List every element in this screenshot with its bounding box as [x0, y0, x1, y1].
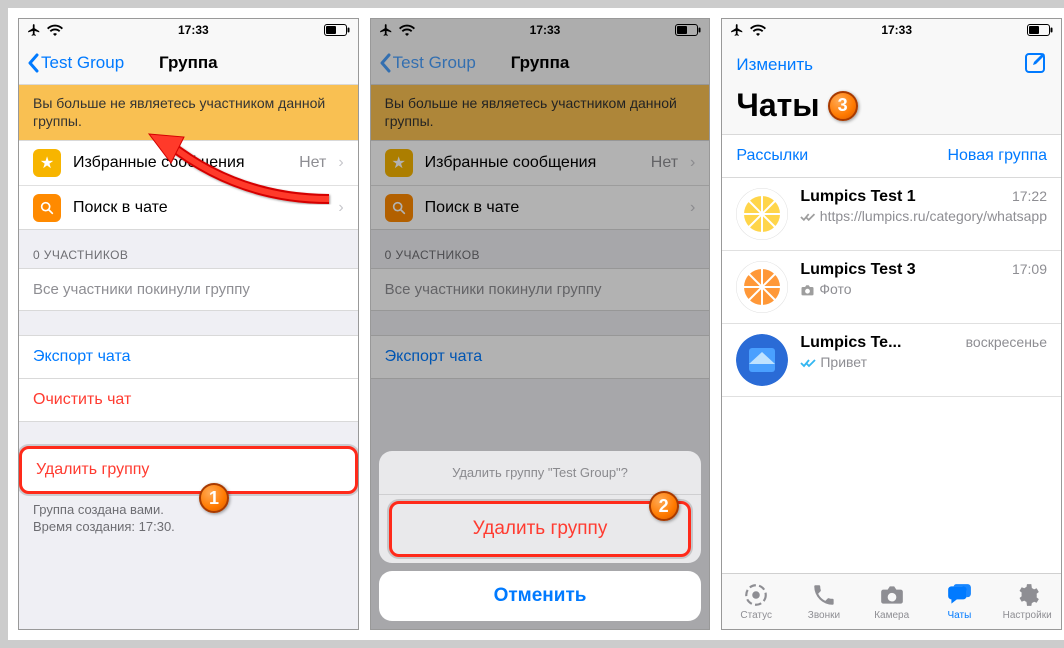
clock-time: 17:33: [178, 23, 209, 37]
tab-chats[interactable]: Чаты: [926, 574, 994, 629]
airplane-icon: [379, 23, 393, 37]
tab-camera[interactable]: Камера: [858, 574, 926, 629]
wifi-icon: [47, 24, 63, 36]
avatar: [736, 334, 788, 386]
avatar: [736, 188, 788, 240]
star-icon: ★: [40, 153, 54, 173]
chat-name: Lumpics Te...: [800, 334, 901, 352]
airplane-icon: [730, 23, 744, 37]
tab-status[interactable]: Статус: [722, 574, 790, 629]
annotation-arrow: [139, 129, 339, 209]
avatar: [736, 261, 788, 313]
delete-group-button[interactable]: Удалить группу: [19, 446, 358, 494]
participants-header: 0 УЧАСТНИКОВ: [19, 230, 358, 268]
sheet-cancel-button[interactable]: Отменить: [379, 571, 702, 621]
clear-chat-button[interactable]: Очистить чат: [19, 379, 358, 422]
camera-icon: [800, 284, 815, 296]
back-button: Test Group: [379, 53, 476, 73]
chat-time: воскресенье: [966, 334, 1047, 350]
chat-name: Lumpics Test 3: [800, 261, 915, 279]
nav-bar: Test Group Группа: [19, 41, 358, 85]
chats-sublinks: Рассылки Новая группа: [722, 135, 1061, 178]
phone-screen-3: 17:33 Изменить Чаты 3 Рассылки Новая гру…: [721, 18, 1062, 630]
compose-icon: [1023, 51, 1047, 75]
compose-button[interactable]: [1023, 51, 1047, 80]
back-label: Test Group: [41, 53, 124, 73]
status-icon: [743, 582, 769, 608]
airplane-icon: [27, 23, 41, 37]
chat-row[interactable]: Lumpics Te... воскресенье Привет: [722, 324, 1061, 397]
phone-icon: [811, 582, 837, 608]
chat-time: 17:09: [1012, 261, 1047, 277]
chat-preview: Фото: [819, 281, 851, 299]
wifi-icon: [750, 24, 766, 36]
wifi-icon: [399, 24, 415, 36]
battery-icon: [324, 24, 350, 36]
search-icon: [39, 200, 55, 216]
broadcasts-link[interactable]: Рассылки: [736, 147, 808, 165]
chevron-right-icon: ›: [338, 199, 343, 217]
ticks-icon: [800, 358, 816, 368]
marker-2: 2: [649, 491, 679, 521]
status-bar: 17:33: [19, 19, 358, 41]
tab-calls[interactable]: Звонки: [790, 574, 858, 629]
chat-name: Lumpics Test 1: [800, 188, 915, 206]
phone-screen-1: 17:33 Test Group Группа Вы больше не явл…: [18, 18, 359, 630]
tab-bar: Статус Звонки Камера Чаты Настройки: [722, 573, 1061, 629]
status-bar: 17:33: [722, 19, 1061, 41]
chats-icon: [946, 582, 972, 608]
action-sheet: Удалить группу "Test Group"? Удалить гру…: [379, 451, 702, 621]
group-created-footer: Группа создана вами. Время создания: 17:…: [19, 494, 358, 540]
status-bar: 17:33: [371, 19, 710, 41]
export-chat-button[interactable]: Экспорт чата: [19, 335, 358, 379]
ticks-icon: [800, 212, 815, 222]
nav-bar: Test Group Группа: [371, 41, 710, 85]
battery-icon: [675, 24, 701, 36]
gear-icon: [1014, 582, 1040, 608]
marker-1: 1: [199, 483, 229, 513]
sheet-delete-button[interactable]: Удалить группу: [389, 501, 692, 557]
phone-screen-2: 17:33 Test Group Группа Вы больше не явл…: [370, 18, 711, 630]
chat-preview: https://lumpics.ru/category/whatsapp: [820, 208, 1047, 226]
tab-settings[interactable]: Настройки: [993, 574, 1061, 629]
chat-row[interactable]: Lumpics Test 1 17:22 https://lumpics.ru/c…: [722, 178, 1061, 251]
marker-3: 3: [828, 91, 858, 121]
chats-title: Чаты: [736, 87, 819, 124]
sheet-prompt: Удалить группу "Test Group"?: [379, 451, 702, 495]
chevron-left-icon: [27, 53, 39, 73]
battery-icon: [1027, 24, 1053, 36]
chat-time: 17:22: [1012, 188, 1047, 204]
chat-row[interactable]: Lumpics Test 3 17:09 Фото: [722, 251, 1061, 324]
edit-button[interactable]: Изменить: [736, 55, 813, 75]
nav-title: Группа: [159, 53, 218, 73]
chats-header: Изменить Чаты 3: [722, 41, 1061, 135]
camera-tab-icon: [879, 582, 905, 608]
chat-preview: Привет: [820, 354, 867, 372]
participants-empty: Все участники покинули группу: [19, 268, 358, 311]
new-group-link[interactable]: Новая группа: [947, 147, 1047, 165]
back-button[interactable]: Test Group: [27, 53, 124, 73]
chevron-right-icon: ›: [338, 154, 343, 172]
